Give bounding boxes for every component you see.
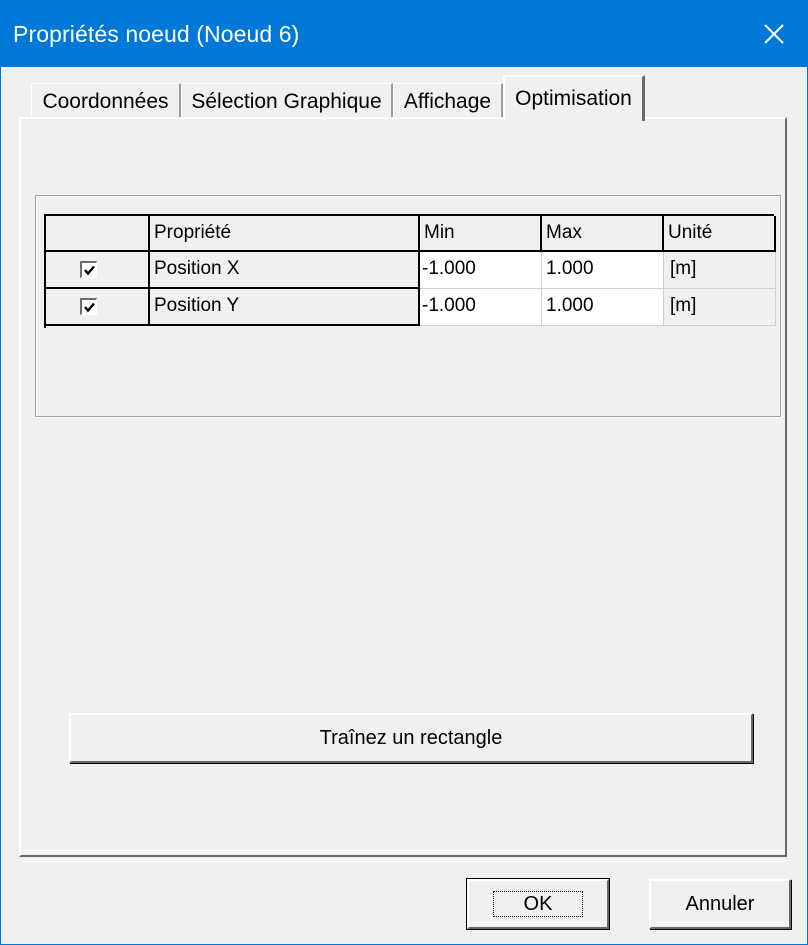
row-property: Position Y xyxy=(150,289,420,326)
drag-rectangle-button[interactable]: Traînez un rectangle xyxy=(69,713,753,763)
grid-header-unit: Unité xyxy=(664,216,776,252)
grid-header-property: Propriété xyxy=(150,216,420,252)
max-input[interactable]: 1.000 xyxy=(542,289,664,326)
window-title: Propriétés noeud (Noeud 6) xyxy=(13,21,300,47)
close-button[interactable] xyxy=(741,1,807,67)
close-icon xyxy=(764,24,784,44)
checkmark-icon xyxy=(83,302,95,312)
title-bar: Propriétés noeud (Noeud 6) xyxy=(1,1,807,67)
unit-cell: [m] xyxy=(664,289,776,326)
grid-header-min: Min xyxy=(420,216,542,252)
table-row-checkbox-cell xyxy=(46,252,150,289)
tab-label: Affichage xyxy=(403,89,492,113)
properties-grid: Propriété Min Max Unité Position X -1.00… xyxy=(44,214,776,328)
table-row-checkbox-cell xyxy=(46,289,150,326)
tab-strip: Coordonnées Sélection Graphique Affichag… xyxy=(23,75,783,121)
grid-header-max: Max xyxy=(542,216,664,252)
cancel-button[interactable]: Annuler xyxy=(649,879,791,929)
row-checkbox[interactable] xyxy=(80,261,97,278)
dialog-window: Propriétés noeud (Noeud 6) Coordonnées S… xyxy=(0,0,808,945)
tab-selection-graphique[interactable]: Sélection Graphique xyxy=(181,83,393,119)
min-input[interactable]: -1.000 xyxy=(420,252,542,289)
min-input[interactable]: -1.000 xyxy=(420,289,542,326)
row-property: Position X xyxy=(150,252,420,289)
checkmark-icon xyxy=(83,265,95,275)
tab-panel-optimisation: Propriété Min Max Unité Position X -1.00… xyxy=(19,117,787,857)
tab-label: Sélection Graphique xyxy=(191,89,382,113)
ok-label: OK xyxy=(492,891,584,917)
grid-header-check xyxy=(46,216,150,252)
tab-coordonnees[interactable]: Coordonnées xyxy=(31,83,181,119)
ok-button[interactable]: OK xyxy=(467,879,609,929)
row-checkbox[interactable] xyxy=(80,298,97,315)
tab-affichage[interactable]: Affichage xyxy=(393,83,503,119)
properties-group: Propriété Min Max Unité Position X -1.00… xyxy=(35,195,781,417)
drag-rectangle-label: Traînez un rectangle xyxy=(319,726,503,749)
max-input[interactable]: 1.000 xyxy=(542,252,664,289)
tab-label: Optimisation xyxy=(515,87,632,110)
cancel-label: Annuler xyxy=(685,892,755,915)
tab-label: Coordonnées xyxy=(42,89,169,113)
tab-optimisation[interactable]: Optimisation xyxy=(503,75,645,121)
unit-cell: [m] xyxy=(664,252,776,289)
